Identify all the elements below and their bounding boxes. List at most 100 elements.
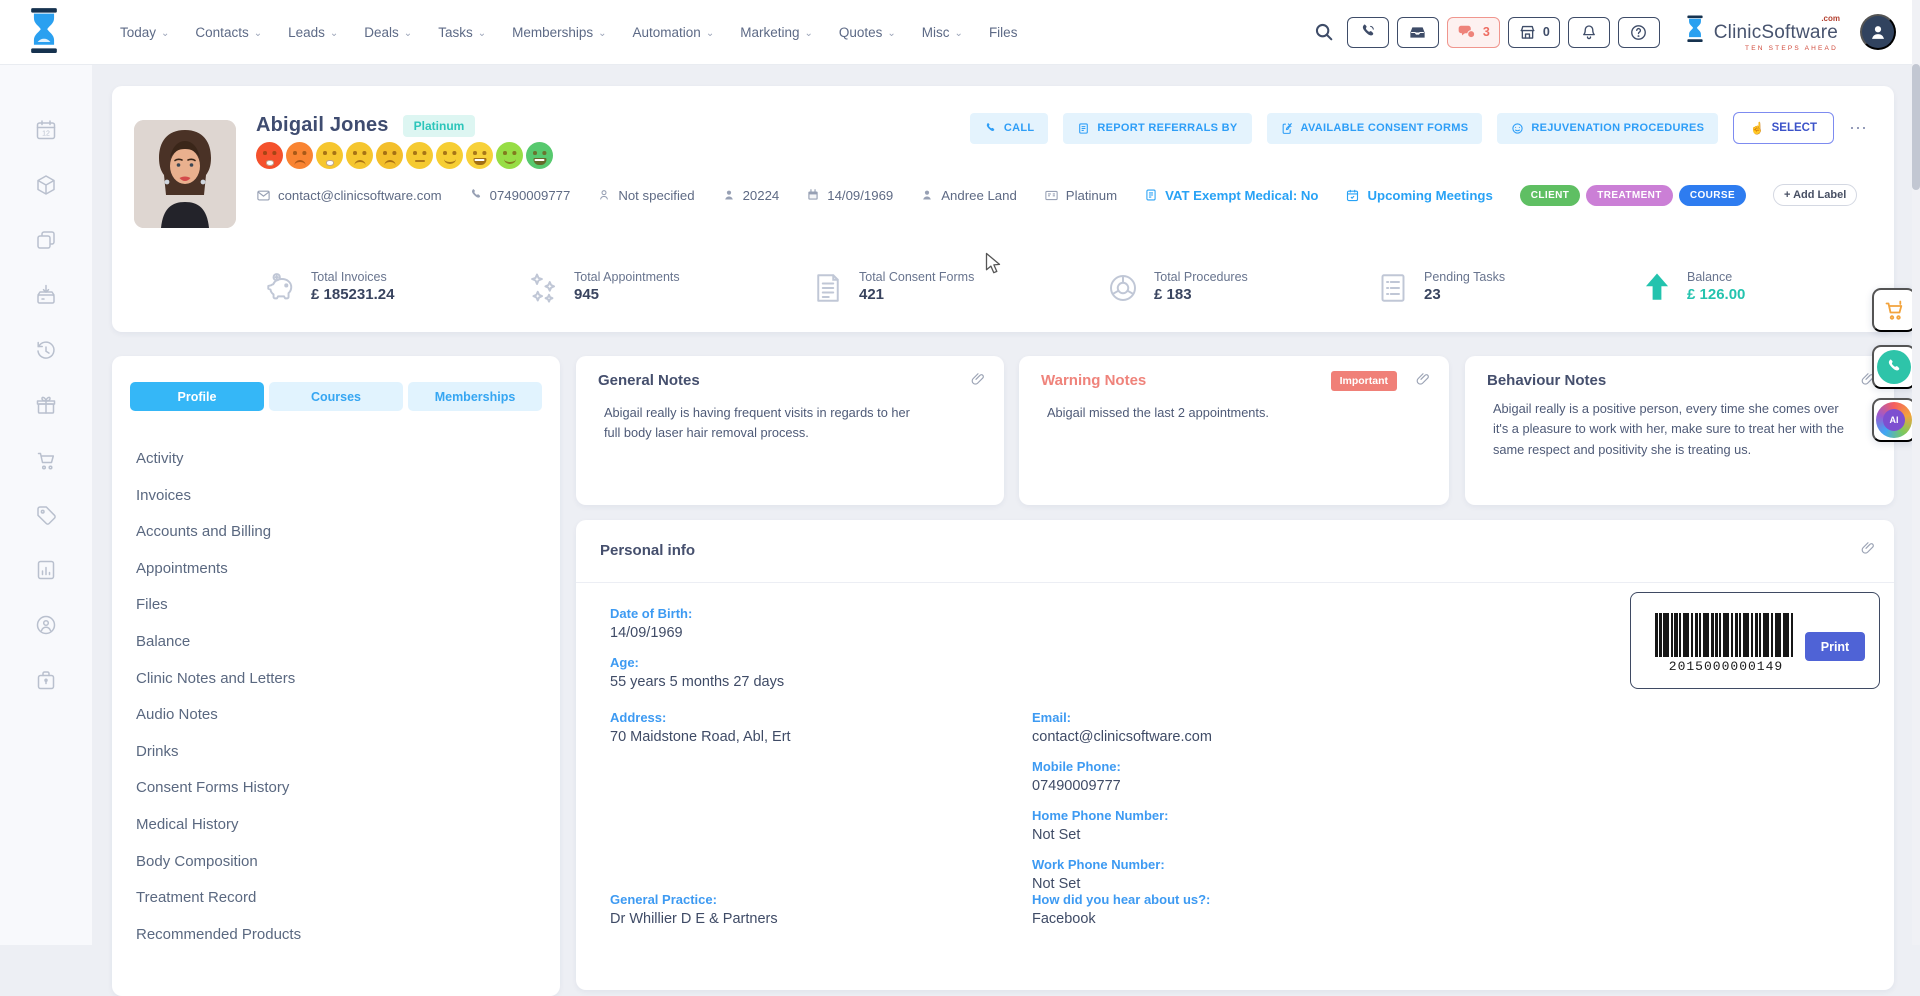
topnav-item[interactable]: Leads ⌄ (288, 25, 338, 40)
user-avatar[interactable] (1860, 14, 1896, 50)
stat-value: £ 183 (1154, 286, 1192, 303)
sidebar-menu-item[interactable]: Drinks (130, 734, 542, 771)
history-icon[interactable] (34, 338, 58, 362)
topnav-item[interactable]: Quotes ⌄ (839, 25, 896, 40)
help-icon (1629, 23, 1648, 42)
tab[interactable]: Memberships (408, 382, 542, 411)
vat-exempt-link[interactable]: VAT Exempt Medical: No (1144, 188, 1318, 203)
cart-icon (1882, 298, 1906, 322)
copy-icon[interactable] (34, 228, 58, 252)
person-outline-icon (597, 188, 611, 202)
locker-icon[interactable] (34, 668, 58, 692)
cart-icon[interactable] (34, 448, 58, 472)
paperclip-icon[interactable] (1860, 540, 1876, 556)
sidebar-menu-item[interactable]: Appointments (130, 551, 542, 588)
notifications-button[interactable] (1568, 17, 1610, 48)
hourglass-icon (1682, 13, 1708, 45)
gift-icon[interactable] (34, 393, 58, 417)
brand-logo[interactable]: ClinicSoftware.com TEN STEPS AHEAD (1682, 13, 1838, 52)
topnav-item[interactable]: Marketing ⌄ (740, 25, 813, 40)
document-icon (1077, 122, 1090, 135)
work-phone-label: Work Phone Number: (1032, 857, 1212, 872)
mood-face-icon[interactable] (286, 142, 313, 169)
paperclip-icon[interactable] (1415, 371, 1431, 387)
mood-face-icon[interactable] (256, 142, 283, 169)
topnav-item[interactable]: Files (989, 25, 1023, 40)
rejuvenation-procedures-button[interactable]: REJUVENATION PROCEDURES (1497, 113, 1718, 144)
general-notes-card: General Notes Abigail really is having f… (576, 356, 1004, 505)
sidebar-menu-item[interactable]: Consent Forms History (130, 770, 542, 807)
sidebar-menu-item[interactable]: Files (130, 587, 542, 624)
sidebar-menu-item[interactable]: Clinic Notes and Letters (130, 661, 542, 698)
topnav-item[interactable]: Contacts ⌄ (195, 25, 262, 40)
mood-face-icon[interactable] (526, 142, 553, 169)
mood-face-icon[interactable] (436, 142, 463, 169)
mobile-label: Mobile Phone: (1032, 759, 1212, 774)
mood-face-icon[interactable] (316, 142, 343, 169)
patient-email[interactable]: contact@clinicsoftware.com (256, 188, 442, 203)
help-button[interactable] (1618, 17, 1660, 48)
topnav-item[interactable]: Tasks ⌄ (438, 25, 486, 40)
sidebar-menu-item[interactable]: Medical History (130, 807, 542, 844)
report-referrals-button[interactable]: REPORT REFERRALS BY (1063, 113, 1251, 144)
paperclip-icon[interactable] (970, 371, 986, 387)
scrollbar-track[interactable] (1912, 0, 1920, 945)
stat-value: £ 126.00 (1687, 286, 1745, 303)
sidebar-menu-item[interactable]: Invoices (130, 478, 542, 515)
tab[interactable]: Profile (130, 382, 264, 411)
scrollbar-thumb[interactable] (1912, 64, 1920, 190)
add-label-button[interactable]: + Add Label (1773, 184, 1857, 206)
sidebar-menu-item[interactable]: Accounts and Billing (130, 514, 542, 551)
price-tag-icon[interactable] (34, 503, 58, 527)
sidebar-menu-item[interactable]: Treatment Record (130, 880, 542, 917)
patient-phone[interactable]: 07490009777 (469, 188, 571, 203)
chat-messages-button[interactable]: 3 (1447, 17, 1500, 48)
topnav-item[interactable]: Misc ⌄ (922, 25, 963, 40)
label-pill[interactable]: CLIENT (1520, 185, 1581, 206)
patient-photo[interactable] (134, 120, 236, 228)
sidebar-menu-item[interactable]: Balance (130, 624, 542, 661)
clinicsoftware-logo-icon[interactable] (22, 6, 66, 56)
support-icon[interactable] (34, 613, 58, 637)
general-notes-title: General Notes (598, 372, 982, 389)
sidebar-menu-item[interactable]: Activity (130, 441, 542, 478)
more-options-button[interactable]: ⋯ (1849, 118, 1868, 139)
behaviour-notes-body: Abigail really is a positive person, eve… (1487, 399, 1852, 460)
sidebar-menu-item[interactable]: Recommended Products (130, 917, 542, 954)
call-button[interactable]: CALL (970, 113, 1049, 144)
topnav-item[interactable]: Today ⌄ (120, 25, 169, 40)
search-icon[interactable] (1313, 21, 1335, 43)
inbox-button[interactable] (1397, 17, 1439, 48)
label-pill[interactable]: COURSE (1679, 185, 1746, 206)
mood-face-icon[interactable] (376, 142, 403, 169)
consent-forms-button[interactable]: AVAILABLE CONSENT FORMS (1267, 113, 1483, 144)
phone-dialer-button[interactable] (1347, 17, 1389, 48)
upcoming-meetings-link[interactable]: Upcoming Meetings (1345, 188, 1492, 203)
mood-face-icon[interactable] (466, 142, 493, 169)
floating-phone-button[interactable] (1872, 345, 1916, 389)
patient-action-buttons: CALL REPORT REFERRALS BY AVAILABLE CONSE… (970, 112, 1868, 144)
topnav-item[interactable]: Automation ⌄ (633, 25, 715, 40)
reports-icon[interactable] (34, 558, 58, 582)
floating-cart-button[interactable] (1872, 288, 1916, 332)
store-button[interactable]: 0 (1508, 17, 1560, 48)
topnav-item[interactable]: Memberships ⌄ (512, 25, 606, 40)
topnav-item-label: Leads (288, 25, 325, 40)
calendar-icon[interactable]: 12 (34, 118, 58, 142)
mood-face-icon[interactable] (496, 142, 523, 169)
label-pills: CLIENTTREATMENT COURSE (1520, 185, 1746, 206)
mood-face-icon[interactable] (406, 142, 433, 169)
select-button[interactable]: ☝SELECT (1733, 112, 1834, 144)
products-icon[interactable] (34, 173, 58, 197)
topnav-item[interactable]: Deals ⌄ (364, 25, 412, 40)
label-pill[interactable]: TREATMENT (1586, 185, 1673, 206)
sidebar-menu-item[interactable]: Body Composition (130, 844, 542, 881)
mood-face-icon[interactable] (346, 142, 373, 169)
tab[interactable]: Courses (269, 382, 403, 411)
important-badge: Important (1331, 371, 1397, 391)
phone-icon (984, 122, 997, 135)
till-icon[interactable] (34, 283, 58, 307)
print-button[interactable]: Print (1805, 632, 1865, 661)
floating-ai-button[interactable]: AI (1872, 398, 1916, 442)
sidebar-menu-item[interactable]: Audio Notes (130, 697, 542, 734)
